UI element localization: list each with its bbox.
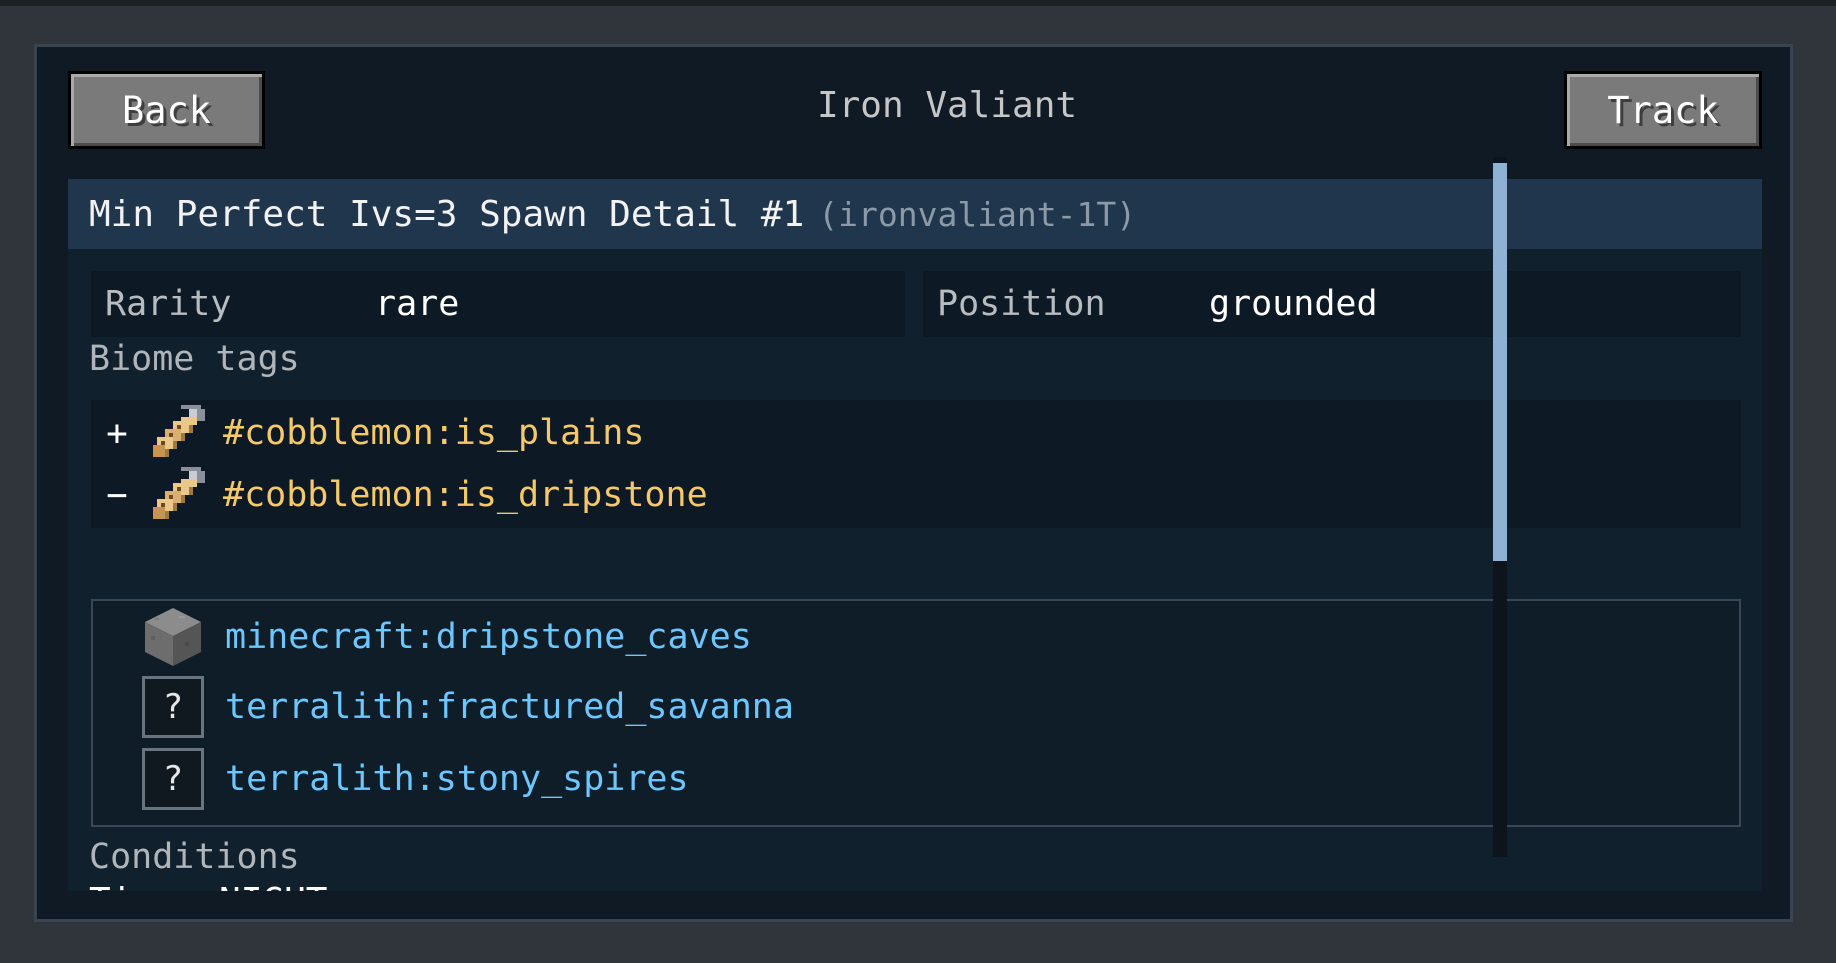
background-strip [0, 0, 1836, 6]
expand-toggle[interactable]: + [95, 413, 139, 454]
position-value: grounded [1209, 284, 1378, 324]
spawn-detail-header: Min Perfect Ivs=3 Spawn Detail #1 (ironv… [68, 179, 1762, 249]
stone-block-icon [141, 605, 205, 669]
biome-tags-label: Biome tags [89, 339, 300, 379]
spawn-detail-id: (ironvaliant-1T) [818, 194, 1137, 234]
page-title: Iron Valiant [816, 85, 1078, 126]
unknown-question-icon: ? [142, 748, 204, 810]
conditions-label: Conditions [89, 837, 300, 877]
biome-tag-name: #cobblemon:is_dripstone [223, 475, 708, 515]
name-tag-icon [153, 467, 205, 519]
biome-name: minecraft:dripstone_caves [225, 617, 752, 657]
rarity-label: Rarity [105, 284, 232, 324]
unknown-question-icon: ? [142, 676, 204, 738]
spawn-detail-panel: Min Perfect Ivs=3 Spawn Detail #1 (ironv… [68, 179, 1762, 891]
back-button[interactable]: Back [68, 71, 265, 149]
biome-tag-name: #cobblemon:is_plains [223, 413, 645, 453]
name-tag-icon [153, 405, 205, 457]
biome-name: terralith:fractured_savanna [225, 687, 794, 727]
biome-name: terralith:stony_spires [225, 759, 689, 799]
time-condition: Time: NIGHT [89, 881, 327, 891]
position-cell: Position grounded [923, 271, 1741, 337]
rarity-value: rare [375, 284, 460, 324]
position-label: Position [937, 284, 1106, 324]
rarity-cell: Rarity rare [91, 271, 905, 337]
spawn-detail-window: Back Iron Valiant Track Min Perfect Ivs=… [34, 44, 1793, 922]
track-button[interactable]: Track [1564, 71, 1762, 149]
collapse-toggle[interactable]: − [95, 475, 139, 516]
spawn-detail-title: Min Perfect Ivs=3 Spawn Detail #1 [89, 193, 805, 235]
scrollbar-thumb[interactable] [1493, 163, 1507, 561]
